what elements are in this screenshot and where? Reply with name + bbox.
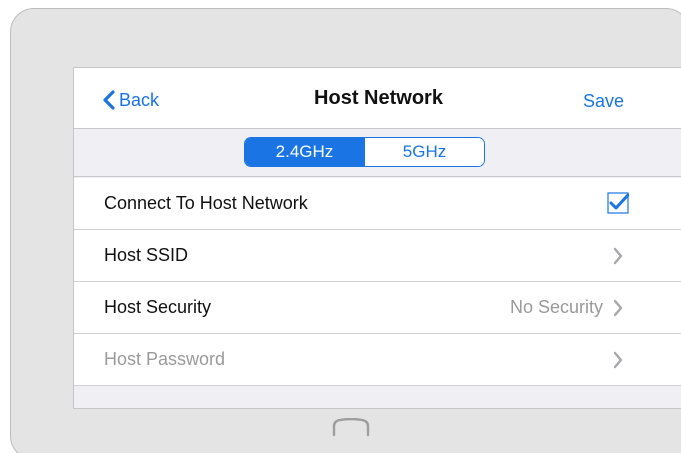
band-5ghz-tab[interactable]: 5GHz <box>364 138 484 166</box>
host-password-row[interactable]: Host Password <box>74 334 681 386</box>
chevron-right-icon <box>613 299 623 316</box>
host-security-accessory: No Security <box>510 297 623 318</box>
host-ssid-accessory <box>613 247 623 265</box>
chevron-right-icon <box>613 351 623 368</box>
host-password-accessory <box>613 351 623 369</box>
screen: Back Host Network Save 2.4GHz 5GHz Conne… <box>73 67 681 409</box>
host-ssid-label: Host SSID <box>104 245 189 265</box>
host-security-value: No Security <box>509 297 603 317</box>
chevron-right-icon <box>613 247 623 264</box>
host-password-label: Host Password <box>104 349 226 369</box>
host-security-label: Host Security <box>104 297 212 317</box>
host-security-row[interactable]: Host Security No Security <box>74 282 681 334</box>
home-button-icon[interactable] <box>331 418 371 438</box>
band-segmented-control: 2.4GHz 5GHz <box>244 137 485 167</box>
navigation-bar: Back Host Network Save <box>74 68 681 129</box>
save-button[interactable]: Save <box>583 91 624 112</box>
settings-list: Connect To Host Network Host SSID Host S… <box>74 178 681 386</box>
band-selector-bar: 2.4GHz 5GHz <box>74 129 681 177</box>
host-ssid-row[interactable]: Host SSID <box>74 230 681 282</box>
band-2-4ghz-tab[interactable]: 2.4GHz <box>245 138 364 166</box>
tablet-frame: Back Host Network Save 2.4GHz 5GHz Conne… <box>10 8 681 453</box>
checkmark-icon[interactable] <box>607 192 629 214</box>
connect-host-network-label: Connect To Host Network <box>104 193 308 213</box>
connect-host-network-row[interactable]: Connect To Host Network <box>74 178 681 230</box>
